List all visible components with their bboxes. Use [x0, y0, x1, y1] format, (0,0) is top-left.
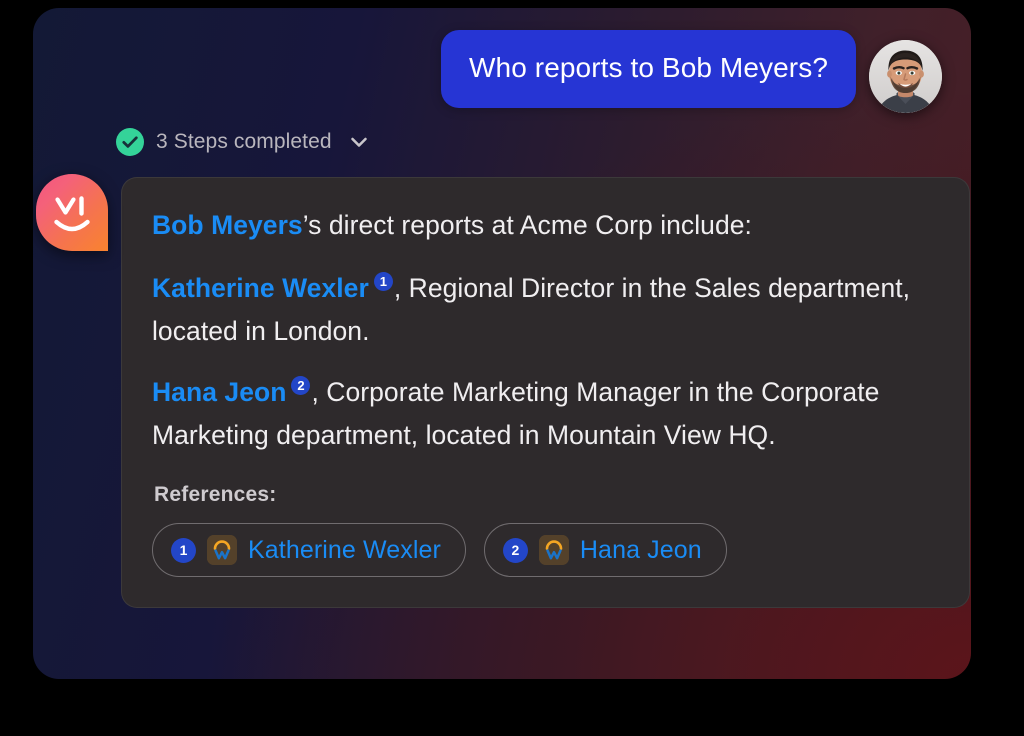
citation-badge-1[interactable]: 1: [373, 272, 393, 291]
references-label: References:: [154, 483, 277, 506]
reference-chip-label: Hana Jeon: [579, 535, 702, 564]
reference-chip-hana-jeon[interactable]: 2 Hana Jeon: [483, 523, 727, 577]
user-message-row: Who reports to Bob Meyers?: [441, 30, 942, 113]
ai-assistant-chat-window: Who reports to Bob Meyers? 3 Steps compl…: [33, 8, 971, 679]
reference-chip-label: Katherine Wexler: [248, 535, 441, 564]
answer-paragraph-intro: Bob Meyers’s direct reports at Acme Corp…: [152, 204, 939, 247]
answer-intro-text: ’s direct reports at Acme Corp include:: [302, 210, 752, 240]
workday-icon: [538, 535, 569, 565]
user-message-bubble[interactable]: Who reports to Bob Meyers?: [441, 30, 856, 108]
answer-paragraph-report-1: Katherine Wexler 1, Regional Director in …: [152, 267, 939, 353]
reference-number-badge: 2: [502, 537, 528, 563]
ai-face-logo-icon[interactable]: [36, 174, 108, 251]
reference-number-badge: 1: [171, 537, 196, 563]
steps-completed-toggle[interactable]: 3 Steps completed: [116, 128, 370, 156]
reference-chip-katherine-wexler[interactable]: 1 Katherine Wexler: [152, 523, 466, 577]
entity-link-katherine-wexler[interactable]: Katherine Wexler: [152, 273, 369, 303]
steps-completed-label: 3 Steps completed: [156, 130, 332, 153]
chevron-down-icon[interactable]: [348, 131, 370, 153]
reference-chip-list: 1 Katherine Wexler 2 Hana Jeon: [152, 523, 939, 577]
entity-link-hana-jeon[interactable]: Hana Jeon: [152, 377, 286, 407]
answer-paragraph-report-2: Hana Jeon 2, Corporate Marketing Manager …: [152, 371, 939, 457]
avatar[interactable]: [869, 40, 942, 113]
check-circle-icon: [116, 128, 144, 156]
answer-card: Bob Meyers’s direct reports at Acme Corp…: [121, 177, 970, 608]
screenshot-root: Who reports to Bob Meyers? 3 Steps compl…: [0, 0, 1024, 736]
citation-badge-2[interactable]: 2: [291, 376, 311, 395]
workday-icon: [207, 535, 237, 565]
entity-link-bob-meyers[interactable]: Bob Meyers: [152, 210, 303, 240]
